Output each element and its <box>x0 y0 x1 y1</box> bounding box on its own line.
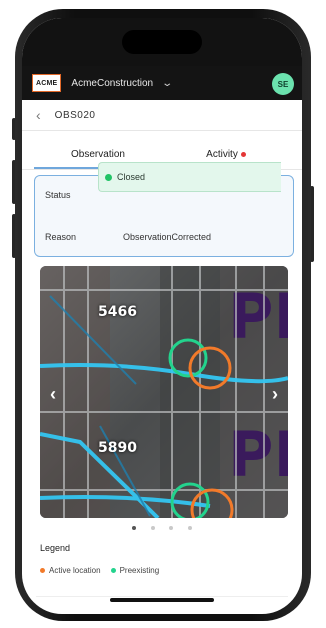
status-value: Closed <box>117 172 146 182</box>
sub-header: ‹ OBS020 <box>22 100 302 131</box>
chevron-down-icon[interactable]: ⌄ <box>161 78 173 89</box>
photo-tag-label: 5890 <box>98 440 137 456</box>
app-header: ACME AcmeConstruction ⌄ SE <box>22 66 302 100</box>
back-arrow-icon[interactable]: ‹ <box>36 107 41 123</box>
page-dot[interactable] <box>169 526 174 530</box>
reason-label: Reason <box>45 232 77 242</box>
page-dot[interactable] <box>150 526 155 530</box>
observation-photo[interactable]: PI PI 5466 5890 ‹ › <box>40 266 288 518</box>
carousel-pagination <box>132 526 192 534</box>
site-photo-graphic: PI PI <box>40 266 288 518</box>
legend-item-preexisting: Preexisting <box>119 566 160 575</box>
dynamic-island <box>122 30 202 54</box>
divider <box>36 596 288 597</box>
page-dot[interactable] <box>187 526 192 530</box>
tab-observation-label: Observation <box>71 148 125 160</box>
legend: Active location Preexisting <box>40 566 159 575</box>
status-dropdown[interactable]: Closed <box>98 162 281 192</box>
home-indicator[interactable] <box>110 598 214 602</box>
company-logo: ACME <box>32 74 62 92</box>
avatar[interactable]: SE <box>272 73 294 95</box>
notification-dot <box>240 151 246 157</box>
photo-tag-label: 5466 <box>98 304 137 320</box>
phone-screen: ACME AcmeConstruction ⌄ SE ‹ OBS020 Obse… <box>22 18 302 614</box>
status-dot <box>105 173 112 181</box>
project-selector[interactable]: AcmeConstruction <box>71 78 153 89</box>
legend-item-active: Active location <box>49 566 101 575</box>
legend-title: Legend <box>40 543 71 553</box>
reason-value: ObservationCorrected <box>123 232 212 242</box>
status-label: Status <box>45 190 71 200</box>
chevron-left-icon[interactable]: ‹ <box>44 384 62 404</box>
record-id: OBS020 <box>54 109 96 121</box>
tab-activity-label: Activity <box>206 148 238 160</box>
logo-text: ACME <box>36 79 58 87</box>
chevron-right-icon[interactable]: › <box>266 384 284 404</box>
page-dot[interactable] <box>132 526 136 530</box>
legend-swatch-green <box>110 568 116 573</box>
legend-swatch-orange <box>40 568 45 573</box>
